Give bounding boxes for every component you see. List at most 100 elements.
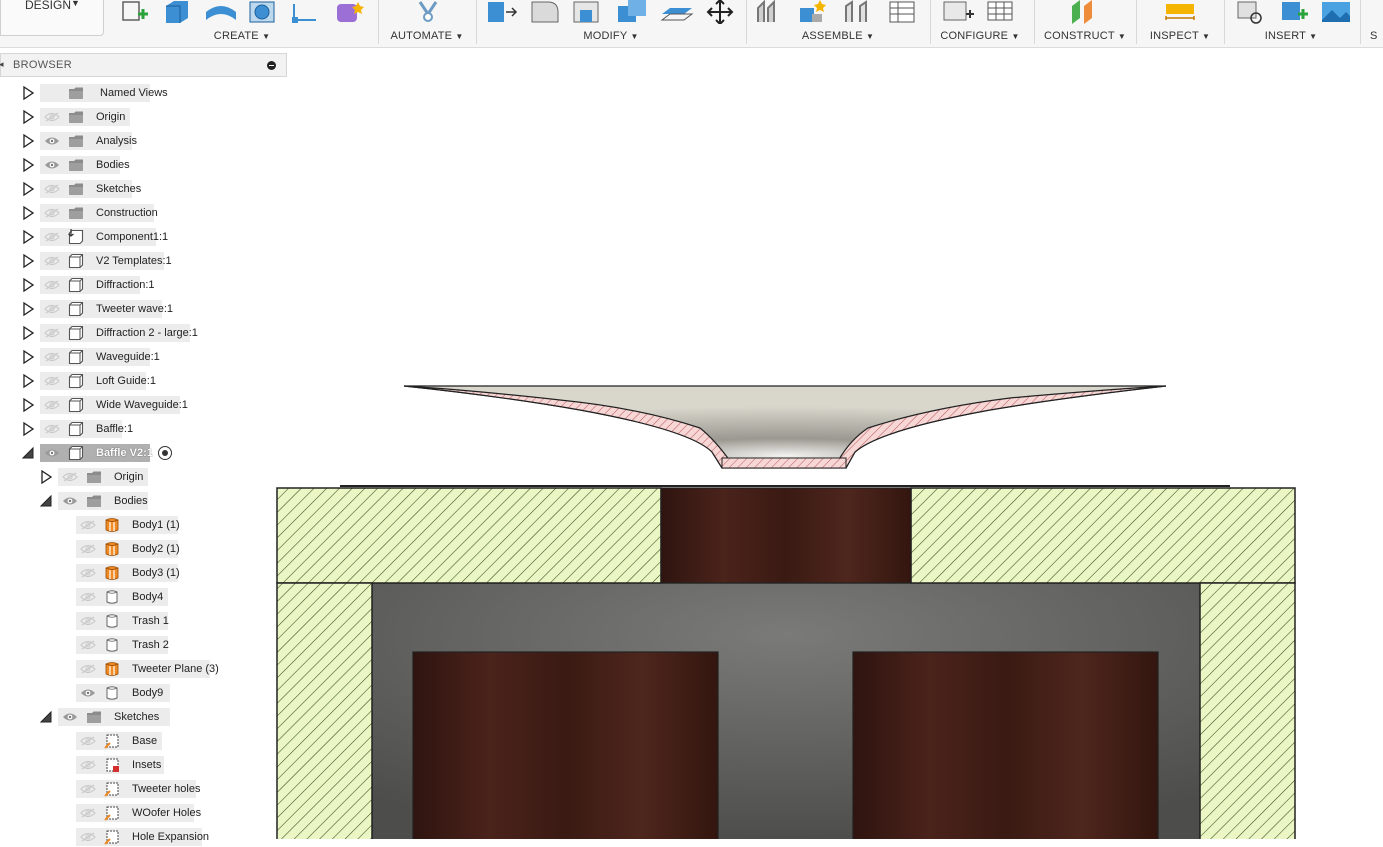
tree-item[interactable]: Diffraction:1 xyxy=(0,275,287,295)
axis-icon[interactable] xyxy=(290,0,320,24)
automate-label[interactable]: AUTOMATE ▼ xyxy=(380,30,474,42)
visibility-hidden-eye-icon[interactable] xyxy=(62,472,78,482)
insert-derive-icon[interactable] xyxy=(1234,0,1268,24)
expand-arrow-icon[interactable] xyxy=(40,470,52,484)
visibility-hidden-eye-icon[interactable] xyxy=(44,208,60,218)
expand-arrow-icon[interactable] xyxy=(22,206,34,220)
expand-arrow-icon[interactable] xyxy=(22,254,34,268)
collapse-arrow-icon[interactable]: ◂ xyxy=(0,59,4,70)
expand-arrow-icon[interactable] xyxy=(22,134,34,148)
move-icon[interactable] xyxy=(704,0,736,24)
collapse-arrow-icon[interactable] xyxy=(22,446,34,460)
tree-item[interactable]: Body2 (1) xyxy=(0,539,287,559)
expand-arrow-icon[interactable] xyxy=(22,326,34,340)
tree-item[interactable]: Diffraction 2 - large:1 xyxy=(0,323,287,343)
visibility-hidden-eye-icon[interactable] xyxy=(80,832,96,842)
visibility-hidden-eye-icon[interactable] xyxy=(80,592,96,602)
insert-label[interactable]: INSERT ▼ xyxy=(1226,30,1356,42)
visibility-eye-icon[interactable] xyxy=(62,712,78,722)
modify-label[interactable]: MODIFY ▼ xyxy=(478,30,744,42)
offset-face-icon[interactable] xyxy=(660,0,694,24)
tree-item[interactable]: Construction xyxy=(0,203,287,223)
combine-icon[interactable] xyxy=(616,0,650,24)
table-icon[interactable] xyxy=(886,0,918,24)
create-label[interactable]: CREATE ▼ xyxy=(108,30,376,42)
insert-image-icon[interactable] xyxy=(1320,0,1354,24)
measure-icon[interactable] xyxy=(1162,0,1198,24)
activate-component-radio[interactable] xyxy=(158,446,172,460)
minimize-icon[interactable] xyxy=(267,61,276,70)
tree-item[interactable]: Insets xyxy=(0,755,287,775)
tree-item[interactable]: Tweeter holes xyxy=(0,779,287,799)
visibility-hidden-eye-icon[interactable] xyxy=(44,328,60,338)
new-component-icon[interactable] xyxy=(756,0,788,24)
as-built-joint-icon[interactable] xyxy=(842,0,874,24)
tree-item[interactable]: Base xyxy=(0,731,287,751)
visibility-hidden-eye-icon[interactable] xyxy=(44,424,60,434)
visibility-eye-icon[interactable] xyxy=(44,136,60,146)
tree-item[interactable]: Tweeter Plane (3) xyxy=(0,659,287,679)
joint-icon[interactable] xyxy=(798,0,830,24)
inspect-label[interactable]: INSPECT ▼ xyxy=(1138,30,1222,42)
expand-arrow-icon[interactable] xyxy=(22,398,34,412)
shell-icon[interactable] xyxy=(572,0,604,24)
expand-arrow-icon[interactable] xyxy=(22,182,34,196)
tree-item[interactable]: Waveguide:1 xyxy=(0,347,287,367)
tree-item[interactable]: Trash 2 xyxy=(0,635,287,655)
tree-item[interactable]: Body3 (1) xyxy=(0,563,287,583)
visibility-hidden-eye-icon[interactable] xyxy=(44,184,60,194)
insert-mesh-icon[interactable] xyxy=(1278,0,1312,24)
expand-arrow-icon[interactable] xyxy=(22,374,34,388)
expand-arrow-icon[interactable] xyxy=(22,422,34,436)
select-label[interactable]: S xyxy=(1370,30,1383,42)
press-pull-icon[interactable] xyxy=(486,0,518,24)
tree-item[interactable]: Hole Expansion xyxy=(0,827,287,847)
workspace-switcher[interactable]: DESIGN ▼ xyxy=(0,0,104,36)
tree-item[interactable]: Named Views xyxy=(0,83,287,103)
visibility-hidden-eye-icon[interactable] xyxy=(80,784,96,794)
visibility-hidden-eye-icon[interactable] xyxy=(80,760,96,770)
extrude-icon[interactable] xyxy=(162,0,192,24)
visibility-hidden-eye-icon[interactable] xyxy=(80,520,96,530)
form-icon[interactable] xyxy=(334,0,364,24)
tree-item[interactable]: Baffle:1 xyxy=(0,419,287,439)
visibility-hidden-eye-icon[interactable] xyxy=(44,352,60,362)
visibility-hidden-eye-icon[interactable] xyxy=(80,664,96,674)
automate-icon[interactable] xyxy=(414,0,442,24)
configure-label[interactable]: CONFIGURE ▼ xyxy=(932,30,1028,42)
tree-item[interactable]: Origin xyxy=(0,467,287,487)
visibility-hidden-eye-icon[interactable] xyxy=(80,544,96,554)
visibility-eye-icon[interactable] xyxy=(44,160,60,170)
visibility-eye-icon[interactable] xyxy=(44,448,60,458)
tree-item[interactable]: V2 Templates:1 xyxy=(0,251,287,271)
visibility-eye-icon[interactable] xyxy=(62,496,78,506)
visibility-hidden-eye-icon[interactable] xyxy=(80,640,96,650)
tree-item[interactable]: Baffle V2:1 xyxy=(0,443,287,463)
configure-icon[interactable] xyxy=(940,0,976,24)
offset-plane-icon[interactable] xyxy=(1068,0,1102,24)
fillet-icon[interactable] xyxy=(530,0,562,24)
tree-item[interactable]: Component1:1 xyxy=(0,227,287,247)
tree-item[interactable]: Sketches xyxy=(0,179,287,199)
tree-item[interactable]: WOofer Holes xyxy=(0,803,287,823)
revolve-icon[interactable] xyxy=(204,0,238,24)
create-sketch-icon[interactable] xyxy=(120,0,154,24)
visibility-hidden-eye-icon[interactable] xyxy=(44,304,60,314)
tree-item[interactable]: Trash 1 xyxy=(0,611,287,631)
visibility-hidden-eye-icon[interactable] xyxy=(44,280,60,290)
expand-arrow-icon[interactable] xyxy=(22,86,34,100)
collapse-arrow-icon[interactable] xyxy=(40,710,52,724)
hole-icon[interactable] xyxy=(248,0,278,24)
expand-arrow-icon[interactable] xyxy=(22,158,34,172)
visibility-hidden-eye-icon[interactable] xyxy=(80,736,96,746)
collapse-arrow-icon[interactable] xyxy=(40,494,52,508)
tree-item[interactable]: Bodies xyxy=(0,491,287,511)
expand-arrow-icon[interactable] xyxy=(22,278,34,292)
visibility-hidden-eye-icon[interactable] xyxy=(80,808,96,818)
assemble-label[interactable]: ASSEMBLE ▼ xyxy=(748,30,928,42)
tree-item[interactable]: Body1 (1) xyxy=(0,515,287,535)
tree-item[interactable]: Sketches xyxy=(0,707,287,727)
tree-item[interactable]: Origin xyxy=(0,107,287,127)
visibility-hidden-eye-icon[interactable] xyxy=(80,568,96,578)
tree-item[interactable]: Analysis xyxy=(0,131,287,151)
